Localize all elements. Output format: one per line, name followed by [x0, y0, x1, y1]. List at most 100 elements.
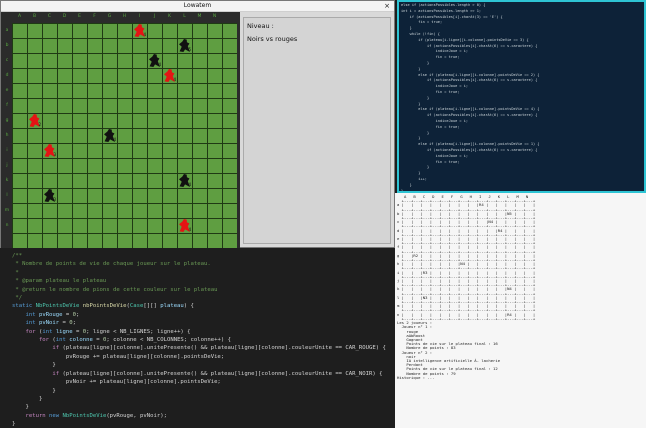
code-line: int pvNoir = 0;	[12, 319, 395, 327]
black-unit-piece[interactable]: 4	[177, 173, 192, 188]
black-unit-piece[interactable]: 4	[147, 53, 162, 68]
code-line: /**	[12, 252, 395, 260]
code-token: int	[12, 311, 39, 318]
code-line: for (int ligne = 0; ligne < NB_LIGNES; l…	[12, 328, 395, 336]
code-token: colonne	[69, 337, 93, 344]
code-line: }	[12, 395, 395, 403]
code-line: }	[12, 387, 395, 395]
column-header: E	[78, 14, 81, 19]
code-token: ; ligne < NB_LIGNES; ligne++) {	[86, 328, 191, 335]
code-editor[interactable]: /** * Nombre de points de vie de chaque …	[0, 248, 395, 428]
code-line: static NbPointsDeVie nbPointsDeVie(Case[…	[12, 302, 395, 310]
row-header: k	[5, 178, 9, 183]
column-header: I	[138, 14, 141, 19]
board-grid[interactable]: 4 5 4 4 2 4 3 4 3 4	[12, 23, 237, 248]
red-unit-piece[interactable]: 4	[132, 23, 147, 38]
code-token: (pvRouge, pvNoir);	[106, 412, 167, 419]
code-panel[interactable]: else if (actionsPossibles.length > 0) { …	[397, 0, 646, 193]
code-token: ;	[76, 311, 80, 318]
code-token: static	[12, 303, 36, 310]
row-header: m	[4, 208, 10, 213]
row-header: l	[6, 193, 8, 198]
game-window: Lowatem × 4 5 4 4 2 4 3 4 3 4 A B C D E F G H I J K L M Na b c d e…	[0, 0, 395, 249]
code-line: int pvRouge = 0;	[12, 311, 395, 319]
code-line: pvRouge += plateau[ligne][colonne].point…	[12, 353, 395, 361]
unit-health-label: 4	[143, 32, 146, 37]
code-token: [][]	[143, 303, 161, 310]
code-token: Case	[129, 303, 144, 310]
code-line: if (plateau[ligne][colonne].unitePresent…	[12, 344, 395, 352]
game-board: 4 5 4 4 2 4 3 4 3 4 A B C D E F G H I J K L M Na b c d e f g h i j k l m n	[1, 12, 240, 249]
code-token: /**	[12, 253, 23, 259]
unit-health-label: 3	[53, 197, 56, 202]
column-header: F	[93, 14, 96, 19]
row-header: f	[6, 103, 8, 108]
code-token: =	[72, 328, 83, 335]
code-token: ligne	[55, 328, 73, 335]
red-unit-piece[interactable]: 2	[27, 113, 42, 128]
code-line: pvNoir += plateau[ligne][colonne].points…	[12, 378, 395, 386]
code-line: * @param plateau le plateau	[12, 277, 395, 285]
unit-health-label: 4	[188, 182, 191, 187]
red-unit-piece[interactable]: 3	[42, 143, 57, 158]
column-header: N	[212, 14, 217, 19]
code-token: int	[55, 337, 70, 344]
black-unit-piece[interactable]: 4	[102, 128, 117, 143]
code-token: =	[59, 320, 70, 327]
code-token: pvRouge += plateau[ligne][colonne].point…	[12, 353, 225, 360]
code-token: NbPointsDeVie	[35, 303, 83, 310]
code-line: * @return le nombre de pions de cette co…	[12, 286, 395, 294]
unit-health-label: 4	[158, 62, 161, 67]
code-token: int	[42, 328, 56, 335]
unit-health-label: 2	[38, 122, 41, 127]
column-header: C	[47, 14, 52, 19]
game-mode-label: Noirs vs rouges	[247, 35, 298, 43]
code-token: }	[12, 362, 56, 369]
row-header: h	[5, 133, 9, 138]
code-line: }	[12, 361, 395, 369]
terminal-output[interactable]: A B C D E F G H I J K L M N +---+---+---…	[395, 193, 646, 428]
code-line: * Nombre de points de vie de chaque joue…	[12, 260, 395, 268]
row-header: c	[5, 58, 9, 63]
row-header: b	[5, 43, 9, 48]
row-header: e	[5, 88, 9, 93]
row-header: i	[6, 148, 8, 153]
code-token: nbPointsDeVie	[82, 303, 127, 310]
column-header: B	[32, 14, 37, 19]
code-line: }	[12, 420, 395, 428]
code-token: }	[12, 404, 29, 411]
code-token: pvRouge	[38, 311, 63, 318]
red-unit-piece[interactable]: 4	[162, 68, 177, 83]
code-token: * Nombre de points de vie de chaque joue…	[12, 261, 211, 268]
code-token: for	[12, 328, 39, 335]
niveau-label: Niveau :	[247, 22, 274, 30]
black-unit-piece[interactable]: 5	[177, 38, 192, 53]
code-token: * @return le nombre de pions de cette co…	[12, 286, 218, 293]
code-token: new	[49, 412, 63, 419]
code-line: */	[12, 294, 395, 302]
code-token: (plateau[ligne][colonne].unitePresente()…	[62, 370, 383, 377]
unit-health-label: 4	[173, 77, 176, 82]
code-token: }	[12, 387, 56, 394]
column-header: K	[168, 14, 171, 19]
code-token: =	[62, 311, 73, 318]
column-header: D	[62, 14, 67, 19]
column-header: G	[107, 14, 112, 19]
column-header: L	[183, 14, 186, 19]
row-header: g	[5, 118, 9, 123]
code-token: return	[12, 412, 50, 419]
code-token: plateau	[160, 303, 184, 310]
red-unit-piece[interactable]: 4	[177, 218, 192, 233]
code-token: * @param plateau le plateau	[12, 278, 107, 285]
unit-health-label: 4	[188, 227, 191, 232]
black-unit-piece[interactable]: 3	[42, 188, 57, 203]
window-titlebar: Lowatem ×	[1, 1, 394, 12]
row-header: n	[5, 223, 9, 228]
code-line: }	[12, 403, 395, 411]
code-token: (plateau[ligne][colonne].unitePresente()…	[62, 345, 386, 352]
close-icon[interactable]: ×	[384, 1, 390, 11]
column-header: A	[17, 14, 22, 19]
code-token: if	[12, 345, 63, 352]
unit-health-label: 4	[113, 137, 116, 142]
code-token: */	[12, 295, 23, 302]
